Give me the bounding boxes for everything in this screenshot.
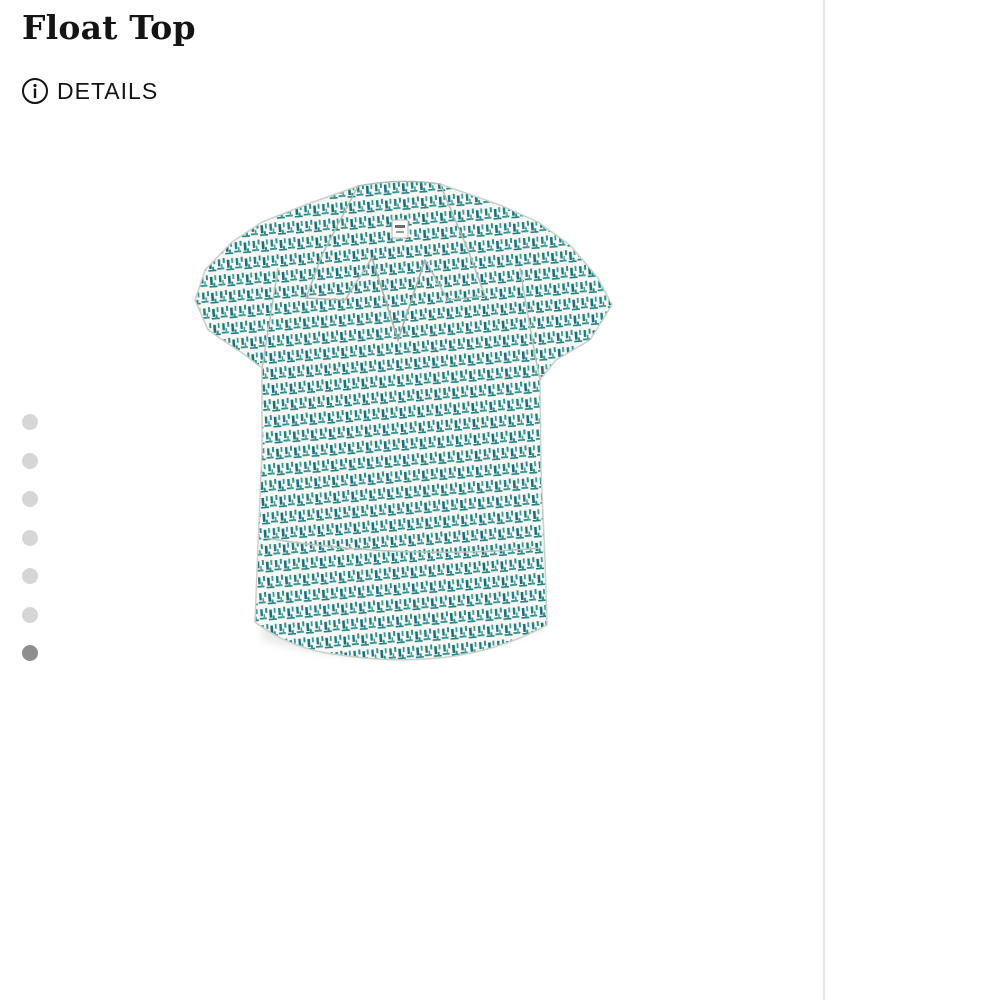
image-dot-1[interactable] [22,414,38,430]
details-label: DETAILS [57,77,159,104]
product-title: Float Top [22,8,196,47]
image-dot-5[interactable] [22,568,38,584]
image-dot-4[interactable] [22,530,38,546]
image-dot-6[interactable] [22,607,38,623]
details-button[interactable]: DETAILS [21,76,158,106]
panel-divider [823,0,825,1000]
info-circle-icon [22,78,48,104]
image-dot-7[interactable] [22,645,38,661]
product-image [194,180,613,661]
image-dot-2[interactable] [22,453,38,469]
image-dot-3[interactable] [22,491,38,507]
